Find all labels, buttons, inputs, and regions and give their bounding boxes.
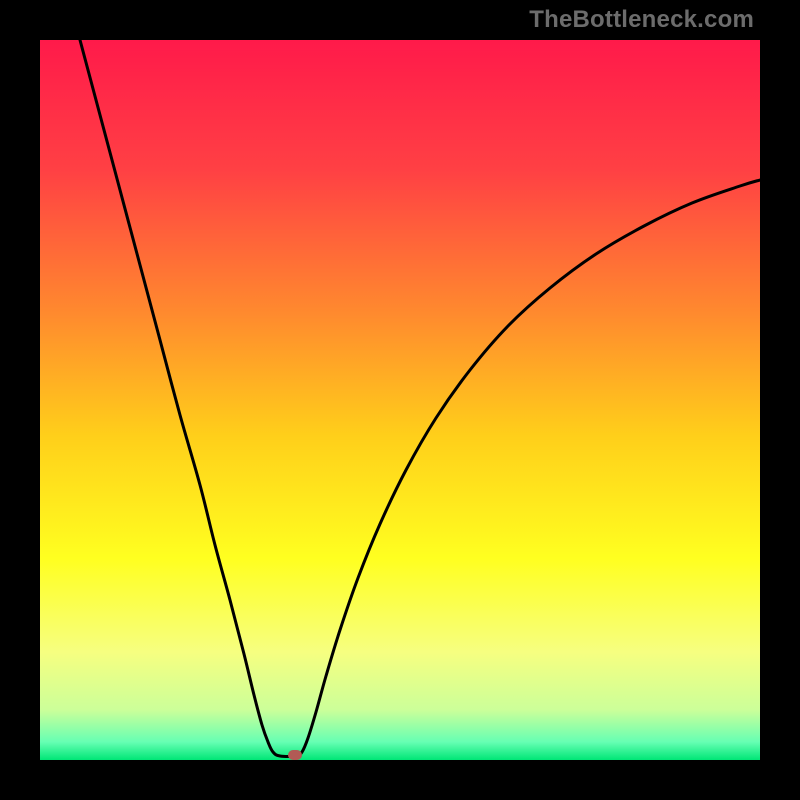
watermark-text: TheBottleneck.com [529,6,754,34]
optimum-marker [288,750,302,760]
gradient-background [40,40,760,760]
chart-frame [40,40,760,760]
